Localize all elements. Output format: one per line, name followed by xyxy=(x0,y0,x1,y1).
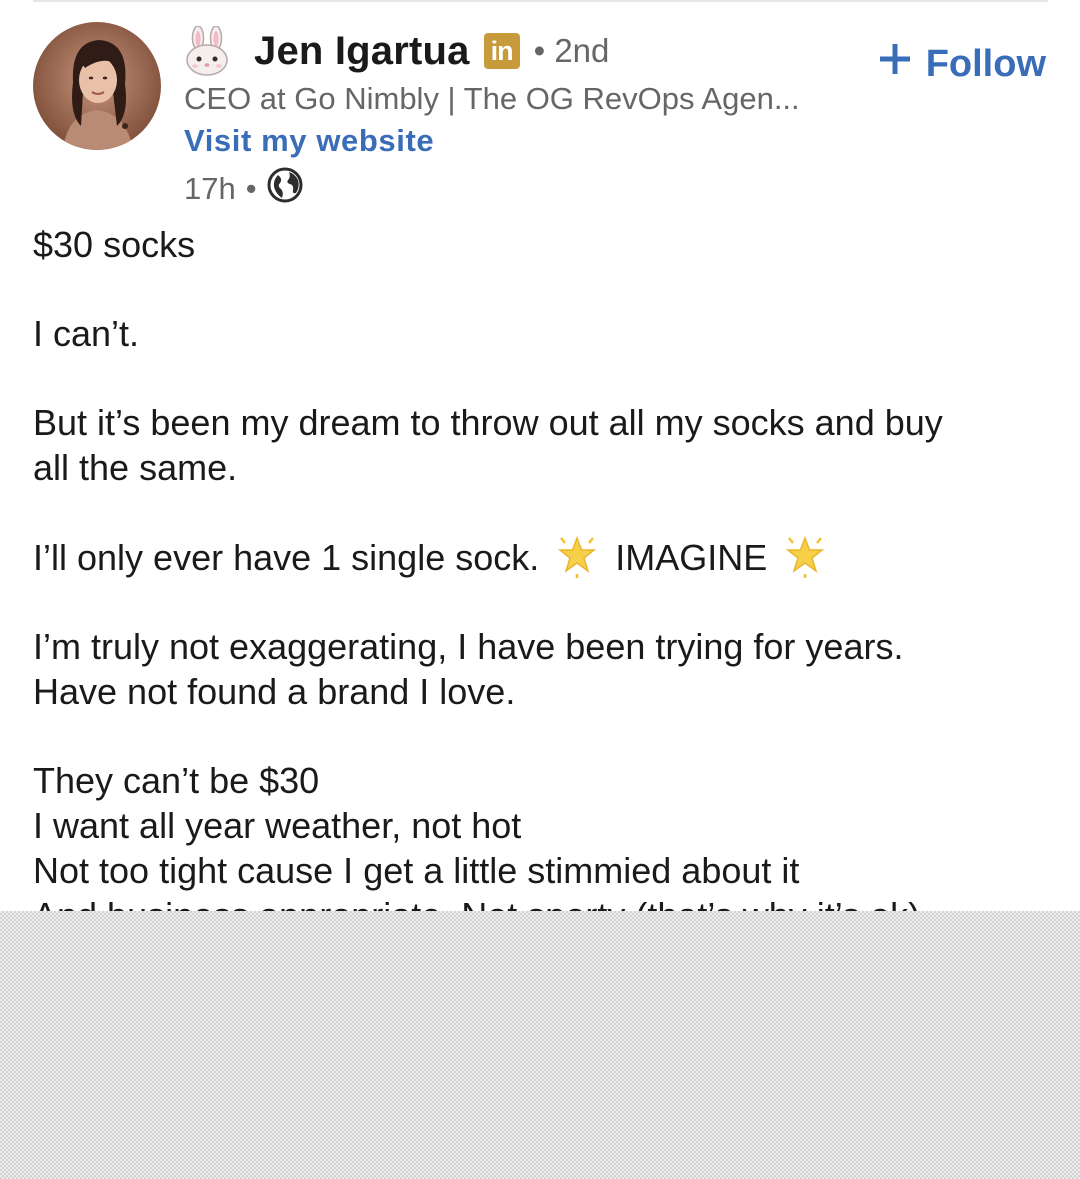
post-line: Have not found a brand I love. xyxy=(33,671,516,712)
author-headline[interactable]: CEO at Go Nimbly | The OG RevOps Agen... xyxy=(184,81,864,117)
globe-icon xyxy=(267,167,303,211)
post-line: $30 socks xyxy=(33,224,196,265)
post-line: But it’s been my dream to throw out all … xyxy=(33,402,943,443)
censor-overlay xyxy=(0,911,1080,1179)
post-line: I’m truly not exaggerating, I have been … xyxy=(33,626,904,667)
post-header: Jen Igartua in • 2nd CEO at Go Nimbly | … xyxy=(184,22,864,211)
visit-website-link[interactable]: Visit my website xyxy=(184,123,434,159)
post-text-imagine: IMAGINE xyxy=(615,537,768,578)
plus-icon xyxy=(878,42,912,86)
rabbit-face-icon xyxy=(184,25,230,76)
post-line: They can’t be $30 xyxy=(33,760,320,801)
linkedin-post: Jen Igartua in • 2nd CEO at Go Nimbly | … xyxy=(0,0,1080,1179)
post-meta: 17h • xyxy=(184,167,864,211)
follow-label: Follow xyxy=(925,42,1046,85)
top-divider xyxy=(33,0,1048,2)
post-text: I’ll only ever have 1 single sock. xyxy=(33,537,540,578)
glowing-star-icon xyxy=(783,534,827,578)
post-line: I want all year weather, not hot xyxy=(33,805,522,846)
avatar[interactable] xyxy=(33,22,161,150)
post-line-imagine: I’ll only ever have 1 single sock. IMAGI… xyxy=(33,534,1043,580)
connection-degree: • 2nd xyxy=(533,32,610,69)
name-row: Jen Igartua in • 2nd xyxy=(184,22,864,80)
post-timestamp: 17h xyxy=(184,171,236,206)
meta-separator: • xyxy=(245,171,257,206)
linkedin-premium-badge: in xyxy=(483,33,520,69)
post-line: I can’t. xyxy=(33,313,140,354)
post-body: $30 socks I can’t. But it’s been my drea… xyxy=(33,222,1043,938)
glowing-star-icon xyxy=(555,534,599,578)
post-line: all the same. xyxy=(33,447,238,488)
follow-button[interactable]: Follow xyxy=(878,42,1046,86)
post-line: Not too tight cause I get a little stimm… xyxy=(33,850,800,891)
author-name[interactable]: Jen Igartua xyxy=(254,29,470,74)
